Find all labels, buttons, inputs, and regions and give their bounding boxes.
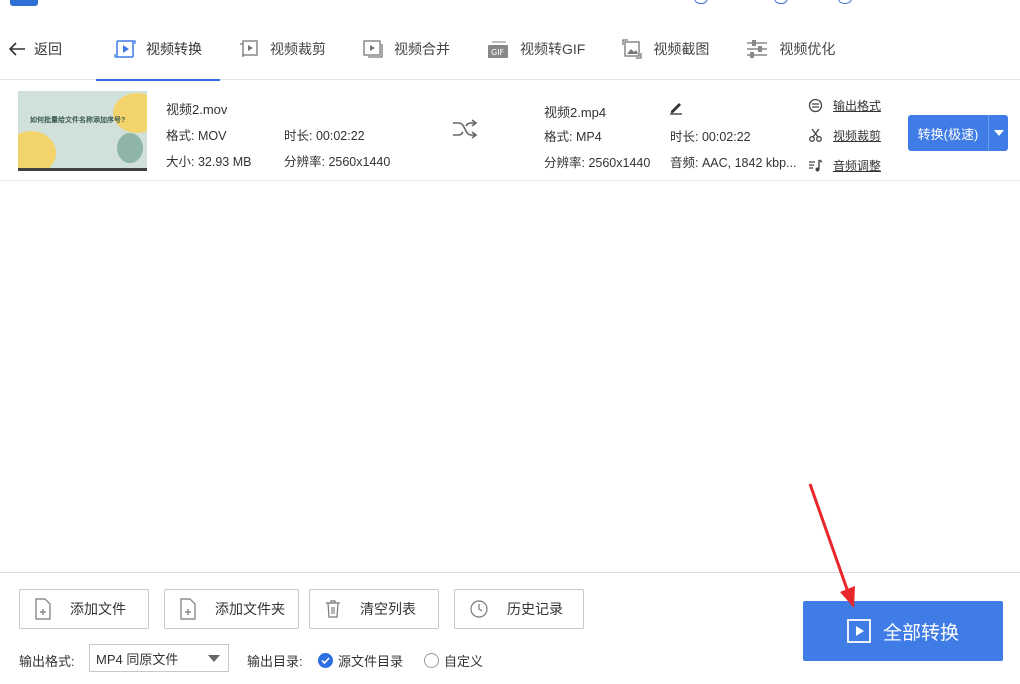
- shuffle-icon: [453, 119, 478, 139]
- source-resolution: 分辨率: 2560x1440: [284, 155, 391, 169]
- output-format-label: 输出格式: [833, 99, 882, 113]
- output-dir-label: 输出目录:: [247, 654, 303, 669]
- tab-video-screenshot[interactable]: 视频截图: [603, 18, 727, 80]
- radio-source-dir-label: 源文件目录: [338, 654, 404, 669]
- tab-label: 视频裁剪: [270, 41, 326, 57]
- arrow-left-icon: [8, 42, 25, 56]
- output-format-select-value: MP4 同原文件: [96, 651, 179, 667]
- convert-all-button[interactable]: 全部转换: [803, 601, 1003, 661]
- convert-split-button: 转换(极速): [908, 115, 1008, 151]
- tab-label: 视频截图: [653, 41, 710, 57]
- tab-label: 视频优化: [779, 41, 836, 57]
- add-folder-icon: [180, 598, 196, 620]
- music-note-icon: [809, 159, 823, 172]
- format-icon: [808, 98, 823, 113]
- output-format: 格式: MP4: [544, 130, 602, 144]
- video-crop-label: 视频裁剪: [833, 129, 882, 143]
- video-crop-icon: [240, 40, 258, 57]
- tab-label: 视频转GIF: [520, 41, 586, 57]
- source-format: 格式: MOV: [166, 129, 227, 143]
- source-file-name: 视频2.mov: [166, 102, 228, 117]
- file-list-item[interactable]: 如何批量给文件名称添加序号? 视频2.mov 格式: MOV 时长: 00:02…: [0, 81, 1020, 181]
- history-label: 历史记录: [507, 601, 563, 617]
- radio-unchecked-icon: [424, 653, 439, 668]
- source-duration: 时长: 00:02:22: [284, 129, 365, 143]
- user-icon[interactable]: [694, 0, 708, 4]
- video-convert-icon: [114, 40, 136, 58]
- edit-icon[interactable]: [668, 99, 684, 115]
- output-file-name: 视频2.mp4: [544, 105, 607, 120]
- sliders-icon: [747, 40, 768, 58]
- output-format-link[interactable]: 输出格式: [808, 97, 881, 114]
- svg-text:GIF: GIF: [491, 48, 505, 57]
- clock-icon: [470, 600, 488, 618]
- convert-fast-button[interactable]: 转换(极速): [908, 115, 988, 151]
- output-resolution: 分辨率: 2560x1440: [544, 156, 651, 170]
- add-file-label: 添加文件: [70, 601, 126, 617]
- tab-video-optimize[interactable]: 视频优化: [727, 18, 853, 80]
- back-button[interactable]: 返回: [8, 38, 62, 60]
- tab-bar: 视频转换 视频裁剪 视频合并 GIF 视频转GIF 视频截图 视频优化: [96, 18, 853, 81]
- add-folder-button[interactable]: 添加文件夹: [164, 589, 299, 629]
- app-logo: [10, 0, 38, 6]
- clear-list-button[interactable]: 清空列表: [309, 589, 439, 629]
- help-icon[interactable]: [838, 0, 852, 4]
- video-thumbnail: 如何批量给文件名称添加序号?: [18, 91, 147, 171]
- top-nav: 返回 视频转换 视频裁剪 视频合并 GIF 视频转GIF 视频截图 视频优化: [0, 18, 1020, 81]
- audio-adjust-link[interactable]: 音频调整: [808, 157, 881, 174]
- audio-adjust-label: 音频调整: [833, 159, 882, 173]
- output-audio: 音频: AAC, 1842 kbp...: [670, 156, 797, 170]
- convert-options-dropdown[interactable]: [988, 115, 1008, 151]
- output-format-select[interactable]: MP4 同原文件: [89, 644, 229, 672]
- video-crop-link[interactable]: 视频裁剪: [808, 127, 881, 144]
- convert-all-label: 全部转换: [882, 622, 959, 644]
- video-merge-icon: [363, 40, 383, 58]
- add-file-icon: [35, 598, 51, 620]
- thumbnail-title: 如何批量给文件名称添加序号?: [30, 117, 126, 124]
- add-folder-label: 添加文件夹: [215, 601, 285, 617]
- radio-checked-icon: [318, 653, 333, 668]
- output-format-field-label: 输出格式:: [19, 654, 75, 669]
- add-file-button[interactable]: 添加文件: [19, 589, 149, 629]
- menu-icon[interactable]: [774, 0, 788, 4]
- gif-icon: GIF: [488, 41, 508, 58]
- bottom-toolbar: 添加文件 添加文件夹 清空列表 历史记录 输出格式: MP4 同原文件 输出目录…: [0, 572, 1020, 684]
- tab-video-crop[interactable]: 视频裁剪: [220, 18, 344, 80]
- tab-label: 视频合并: [394, 41, 450, 57]
- radio-custom-dir-label: 自定义: [444, 654, 484, 669]
- tab-label: 视频转换: [146, 41, 202, 57]
- screenshot-icon: [622, 39, 642, 59]
- tab-video-convert[interactable]: 视频转换: [96, 18, 220, 81]
- clear-list-label: 清空列表: [360, 601, 416, 617]
- play-icon: [847, 619, 871, 643]
- output-duration: 时长: 00:02:22: [670, 130, 751, 144]
- source-size: 大小: 32.93 MB: [166, 155, 252, 169]
- tab-video-merge[interactable]: 视频合并: [344, 18, 468, 80]
- history-button[interactable]: 历史记录: [454, 589, 584, 629]
- trash-icon: [326, 600, 340, 618]
- radio-custom-dir[interactable]: 自定义: [424, 651, 483, 670]
- title-bar: [0, 0, 1020, 8]
- chevron-down-icon: [208, 655, 220, 662]
- scissors-icon: [809, 128, 822, 142]
- caret-down-icon: [993, 130, 1004, 136]
- back-label: 返回: [34, 41, 62, 57]
- radio-source-dir[interactable]: 源文件目录: [318, 651, 403, 670]
- tab-video-to-gif[interactable]: GIF 视频转GIF: [468, 18, 603, 80]
